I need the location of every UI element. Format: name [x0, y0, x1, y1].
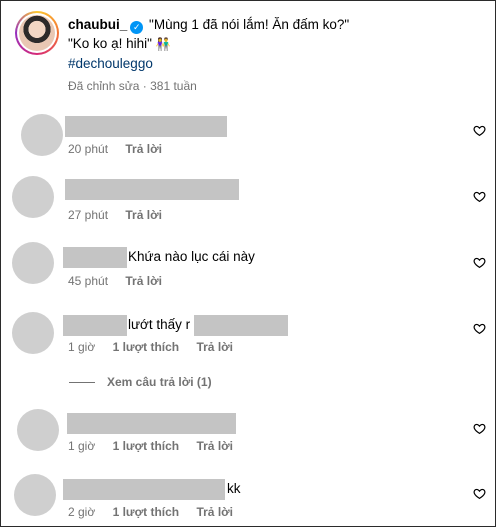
caption-text: chaubui_ ✓ "Mùng 1 đã nói lắm! Ăn đấm ko?…: [68, 15, 478, 73]
commenter-avatar[interactable]: [14, 474, 56, 516]
redacted-content: [65, 179, 239, 200]
comment-meta: 1 giờ 1 lượt thích Trả lời: [68, 439, 247, 453]
redacted-username: [63, 247, 127, 268]
comment-time[interactable]: 45 phút: [68, 274, 108, 288]
redacted-content: [67, 413, 236, 434]
edited-label: Đã chỉnh sửa: [68, 79, 140, 93]
redacted-content: [65, 116, 227, 137]
redacted-content: [63, 479, 225, 500]
comment-text: Khứa nào lục cái này: [128, 249, 255, 264]
comment-meta: 2 giờ 1 lượt thích Trả lời: [68, 505, 247, 519]
heart-outline-icon[interactable]: [473, 124, 486, 137]
view-replies-button[interactable]: Xem câu trả lời (1): [69, 375, 212, 389]
comment-time[interactable]: 1 giờ: [68, 340, 95, 354]
verified-badge-icon: ✓: [130, 21, 144, 34]
couple-emoji-icon: 👫: [155, 37, 171, 51]
post-caption: chaubui_ ✓ "Mùng 1 đã nói lắm! Ăn đấm ko?…: [15, 11, 485, 101]
reply-divider: [69, 382, 95, 384]
comment-meta: 45 phút Trả lời: [68, 274, 176, 288]
like-count[interactable]: 1 lượt thích: [113, 505, 180, 519]
comment-panel: chaubui_ ✓ "Mùng 1 đã nói lắm! Ăn đấm ko?…: [0, 0, 496, 527]
hashtag-link[interactable]: #dechouleggo: [68, 54, 478, 73]
comment-text: kk: [227, 481, 241, 496]
commenter-avatar[interactable]: [17, 409, 59, 451]
author-avatar[interactable]: [15, 11, 59, 55]
comment-meta: 1 giờ 1 lượt thích Trả lời: [68, 340, 247, 354]
comment-time[interactable]: 20 phút: [68, 142, 108, 156]
comment-time[interactable]: 2 giờ: [68, 505, 95, 519]
reply-button[interactable]: Trả lời: [196, 439, 233, 453]
heart-outline-icon[interactable]: [473, 487, 486, 500]
comment-time[interactable]: 1 giờ: [68, 439, 95, 453]
reply-button[interactable]: Trả lời: [196, 340, 233, 354]
like-count[interactable]: 1 lượt thích: [113, 340, 180, 354]
reply-button[interactable]: Trả lời: [125, 274, 162, 288]
redacted-username: [63, 315, 127, 336]
author-username[interactable]: chaubui_: [68, 17, 127, 32]
commenter-avatar[interactable]: [12, 312, 54, 354]
reply-button[interactable]: Trả lời: [125, 142, 162, 156]
comment-meta: 27 phút Trả lời: [68, 208, 176, 222]
commenter-avatar[interactable]: [12, 242, 54, 284]
heart-outline-icon[interactable]: [473, 422, 486, 435]
caption-line-2: "Ko ko ạ! hihi": [68, 36, 152, 51]
commenter-avatar[interactable]: [21, 114, 63, 156]
comment-meta: 20 phút Trả lời: [68, 142, 176, 156]
heart-outline-icon[interactable]: [473, 256, 486, 269]
meta-separator: ·: [142, 79, 147, 93]
redacted-content: [194, 315, 288, 336]
comment-time[interactable]: 27 phút: [68, 208, 108, 222]
heart-outline-icon[interactable]: [473, 190, 486, 203]
caption-meta: Đã chỉnh sửa · 381 tuần: [68, 79, 197, 93]
caption-line-1: "Mùng 1 đã nói lắm! Ăn đấm ko?": [149, 17, 350, 32]
view-replies-label: Xem câu trả lời (1): [107, 375, 212, 389]
like-count[interactable]: 1 lượt thích: [113, 439, 180, 453]
reply-button[interactable]: Trả lời: [196, 505, 233, 519]
commenter-avatar[interactable]: [12, 176, 54, 218]
post-age[interactable]: 381 tuần: [150, 79, 197, 93]
comment-text: lướt thấy r: [128, 317, 191, 332]
reply-button[interactable]: Trả lời: [125, 208, 162, 222]
heart-outline-icon[interactable]: [473, 322, 486, 335]
